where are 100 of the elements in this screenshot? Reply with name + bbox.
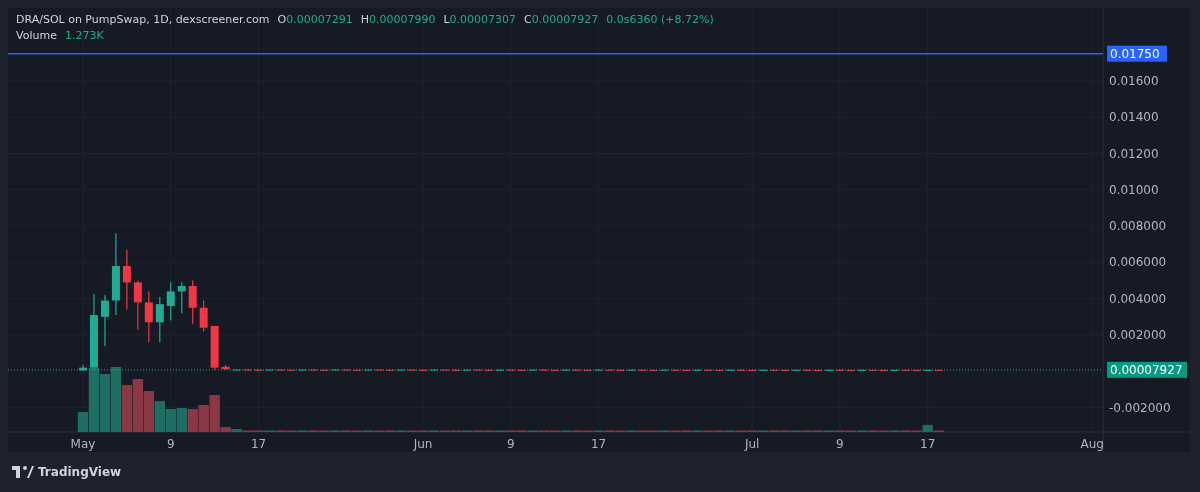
candlestick — [835, 369, 844, 371]
volume-bar — [143, 391, 154, 432]
candlestick — [452, 369, 460, 371]
candlestick — [627, 369, 636, 371]
candlestick — [583, 369, 592, 371]
candlestick — [846, 369, 855, 372]
candlestick — [682, 369, 691, 371]
ohlc-label: L — [443, 13, 450, 26]
price-axis-label: 0.002000 — [1109, 328, 1167, 342]
candlestick — [759, 369, 768, 371]
price-line-label: 0.01750 — [1107, 45, 1167, 62]
candlestick — [671, 369, 680, 371]
candlestick — [419, 369, 428, 371]
time-axis-label: Jun — [413, 437, 433, 451]
candlestick — [210, 325, 219, 371]
candlestick — [287, 369, 296, 371]
candlestick — [715, 369, 724, 371]
candlestick — [517, 369, 526, 371]
candlestick — [331, 369, 340, 371]
price-axis-label: 0.01400 — [1109, 110, 1159, 125]
volume-bar — [99, 374, 111, 432]
ohlc-label: C — [524, 13, 532, 26]
candlestick — [79, 364, 87, 372]
candlestick — [704, 369, 713, 371]
candlestick — [364, 369, 373, 371]
ohlc-value: 0.00007990 — [369, 13, 436, 26]
candlestick — [934, 369, 943, 371]
ohlc-value: 0.00007927 — [531, 13, 599, 26]
candlestick — [539, 369, 548, 371]
volume-value: 1.273K — [64, 29, 104, 42]
candlestick — [814, 369, 822, 372]
volume-bar — [198, 405, 209, 432]
candlestick — [495, 369, 504, 371]
candlestick — [506, 369, 515, 371]
price-axis-label: 0.004000 — [1109, 291, 1167, 306]
candlestick — [397, 369, 406, 371]
price-axis-label: 0.01200 — [1109, 146, 1159, 161]
candlestick — [265, 368, 274, 371]
volume-bar — [121, 385, 133, 432]
candlestick — [638, 369, 647, 371]
candlestick — [353, 369, 362, 371]
candlestick — [890, 369, 899, 371]
candlestick — [309, 369, 318, 371]
price-axis-label: 0.006000 — [1109, 255, 1167, 270]
candlestick — [616, 369, 625, 371]
ohlc-value: 0.00007307 — [449, 13, 517, 26]
candlestick — [155, 296, 164, 343]
candlestick — [144, 290, 153, 343]
candlestick — [781, 369, 790, 371]
volume-bar — [132, 379, 144, 432]
candlestick — [737, 369, 746, 371]
candlestick — [803, 369, 811, 371]
price-axis-label: -0.002000 — [1109, 400, 1171, 415]
volume-bar — [154, 401, 165, 432]
candlestick — [901, 369, 910, 371]
price-axis-label: 0.008000 — [1109, 219, 1167, 234]
last-price-label: 0.00007927 — [1107, 361, 1187, 378]
candlestick — [342, 369, 351, 371]
candlestick — [133, 279, 142, 331]
candlestick — [528, 369, 537, 371]
candlestick — [693, 369, 702, 371]
volume-bar — [165, 409, 176, 432]
candlestick — [660, 369, 669, 371]
candlestick — [221, 364, 230, 371]
candlestick — [857, 369, 866, 371]
candlestick — [177, 281, 186, 314]
candlestick — [188, 279, 197, 325]
volume-bar — [110, 367, 122, 432]
volume-bar — [176, 408, 187, 432]
brand-name: TradingView — [38, 465, 122, 479]
candlestick — [254, 369, 263, 371]
time-axis-label: Jul — [744, 437, 760, 451]
candlestick — [868, 369, 877, 371]
candlestick — [100, 294, 109, 347]
time-axis-label: 17 — [590, 437, 607, 451]
candlestick — [484, 369, 493, 371]
candlestick — [375, 369, 384, 371]
candlestick — [122, 249, 131, 311]
candlestick — [824, 369, 833, 371]
price-axis-label: 0.01000 — [1109, 182, 1159, 197]
time-axis-label: 17 — [250, 437, 267, 451]
candlestick — [912, 369, 921, 372]
candlestick — [473, 369, 482, 371]
price-axis-label: 0.01600 — [1109, 73, 1159, 88]
time-axis-label: Aug — [1080, 437, 1104, 451]
price-change: 0.0s6360 (+8.72%) — [606, 13, 714, 26]
candlestick — [199, 299, 208, 332]
candlestick — [243, 368, 252, 371]
candlestick — [232, 368, 241, 371]
candlestick — [166, 281, 175, 322]
candlestick — [594, 369, 603, 371]
ohlc-label: O — [277, 13, 287, 26]
volume-label: Volume — [16, 29, 57, 42]
candlestick — [462, 369, 471, 371]
symbol-title: DRA/SOL on PumpSwap, 1D, dexscreener.com — [16, 13, 270, 26]
candlestick — [550, 369, 559, 371]
candlestick — [792, 369, 801, 371]
ohlc-value: 0.00007291 — [286, 13, 353, 26]
candlestick — [276, 368, 285, 371]
candlestick — [770, 369, 779, 371]
